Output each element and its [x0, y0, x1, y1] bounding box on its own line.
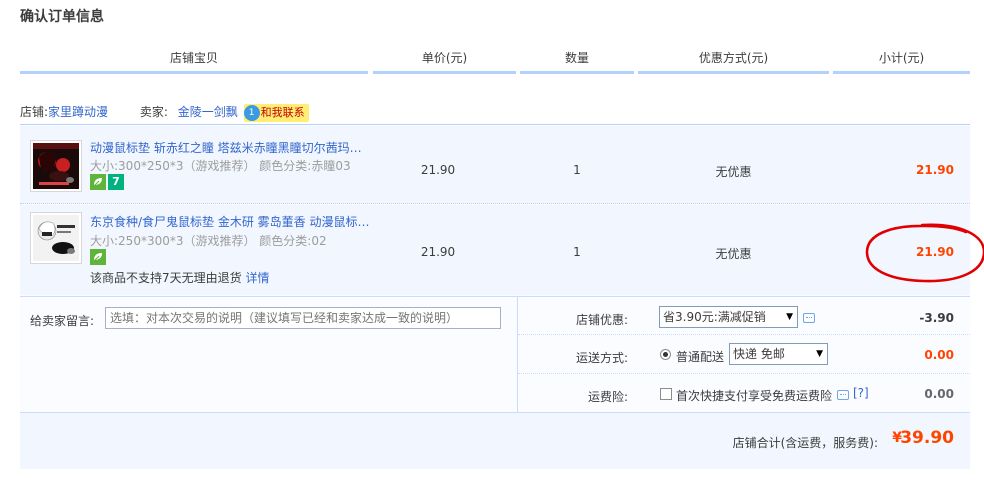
shop-label: 店铺:	[20, 105, 49, 119]
item-thumbnail[interactable]	[30, 212, 82, 264]
item-title-link[interactable]: 动漫鼠标垫 斩赤红之瞳 塔兹米赤瞳黑瞳切尔茜玛…	[90, 139, 362, 156]
item-subtotal: 21.90	[916, 163, 954, 177]
item-thumbnail-image	[33, 215, 79, 261]
green-leaf-icon[interactable]	[90, 174, 106, 190]
column-header-quantity: 数量	[520, 44, 634, 74]
seven-day-icon[interactable]: 7	[108, 174, 124, 190]
shop-discount-select[interactable]: 省3.90元:满减促销 ▼	[659, 306, 798, 328]
order-item: 动漫鼠标垫 斩赤红之瞳 塔兹米赤瞳黑瞳切尔茜玛… 大小:300*250*3（游戏…	[20, 126, 970, 204]
shipping-row: 运送方式: 普通配送 快递 免邮 ▼ 0.00	[518, 336, 970, 374]
shop-discount-row: 店铺优惠: 省3.90元:满减促销 ▼ -3.90	[518, 297, 970, 335]
column-header-subtotal: 小计(元)	[833, 44, 970, 74]
item-quantity: 1	[573, 245, 581, 259]
green-leaf-icon[interactable]	[90, 249, 106, 265]
column-header-discount: 优惠方式(元)	[638, 44, 829, 74]
shipping-option-label: 普通配送	[676, 350, 725, 364]
column-header-item: 店铺宝贝	[20, 44, 368, 74]
shop-total-value: 39.90	[900, 428, 954, 448]
item-badges: 7	[90, 174, 126, 190]
shipping-method-selected: 快递 免邮	[733, 347, 785, 361]
shipping-label: 运送方式:	[575, 351, 628, 365]
chat-bubble-icon: 1	[243, 104, 260, 121]
shipping-insurance-row: 运费险: 首次快捷支付享受免费运费险 [?] 0.00	[518, 375, 970, 413]
order-options-panel: 给卖家留言: 店铺优惠: 省3.90元:满减促销 ▼ -3.90 运送方式: 普…	[20, 296, 970, 413]
seller-label: 卖家:	[139, 105, 168, 119]
contact-seller-label: 和我联系	[260, 105, 305, 119]
item-price: 21.90	[420, 163, 456, 177]
shop-name-link[interactable]: 家里蹲动漫	[48, 105, 108, 119]
shop-info-row: 店铺:家里蹲动漫 卖家: 金陵一剑飘 1 和我联系	[20, 102, 309, 122]
contact-seller-button[interactable]: 1 和我联系	[243, 103, 309, 122]
item-thumbnail[interactable]	[30, 140, 82, 192]
item-sku: 大小:300*250*3（游戏推荐） 颜色分类:赤瞳03	[90, 159, 351, 173]
seller-message-label: 给卖家留言:	[30, 314, 95, 328]
page-title: 确认订单信息	[20, 9, 104, 25]
shop-total-label: 店铺合计(含运费，服务费):	[732, 436, 878, 450]
item-badges	[90, 249, 108, 265]
shipping-insurance-label: 运费险:	[587, 390, 628, 404]
shop-discount-value: -3.90	[919, 311, 954, 325]
shop-discount-selected: 省3.90元:满减促销	[663, 310, 766, 324]
item-title-link[interactable]: 东京食种/食尸鬼鼠标垫 金木研 雾岛董香 动漫鼠标…	[90, 213, 370, 230]
shipping-radio[interactable]	[660, 349, 671, 360]
shop-discount-label: 店铺优惠:	[575, 313, 628, 327]
seller-message-section: 给卖家留言:	[20, 297, 518, 412]
item-price: 21.90	[420, 245, 456, 259]
shipping-insurance-option: 首次快捷支付享受免费运费险	[676, 389, 833, 403]
column-header-price: 单价(元)	[373, 44, 516, 74]
return-policy-notice: 该商品不支持7天无理由退货 详情	[90, 269, 269, 286]
comment-icon[interactable]	[837, 390, 849, 400]
seller-message-input[interactable]	[105, 307, 501, 329]
item-subtotal: 21.90	[916, 245, 954, 259]
item-discount: 无优惠	[715, 247, 752, 261]
chevron-down-icon: ▼	[786, 312, 793, 322]
chevron-down-icon: ▼	[816, 349, 823, 359]
order-table-header: 店铺宝贝 单价(元) 数量 优惠方式(元) 小计(元)	[20, 44, 970, 74]
shipping-insurance-value: 0.00	[924, 387, 954, 401]
shipping-value: 0.00	[924, 348, 954, 362]
return-policy-details-link[interactable]: 详情	[245, 271, 269, 285]
order-box: 动漫鼠标垫 斩赤红之瞳 塔兹米赤瞳黑瞳切尔茜玛… 大小:300*250*3（游戏…	[20, 124, 970, 469]
item-discount: 无优惠	[715, 165, 752, 179]
seller-name-link[interactable]: 金陵一剑飘	[178, 105, 238, 119]
shop-total-bar: 店铺合计(含运费，服务费): ¥ 39.90	[20, 412, 970, 469]
comment-icon[interactable]	[803, 313, 815, 323]
order-item: 东京食种/食尸鬼鼠标垫 金木研 雾岛董香 动漫鼠标… 大小:250*300*3（…	[20, 205, 970, 295]
item-thumbnail-image	[33, 143, 79, 189]
shipping-insurance-checkbox[interactable]	[660, 388, 672, 400]
shipping-method-select[interactable]: 快递 免邮 ▼	[729, 343, 828, 365]
item-sku: 大小:250*300*3（游戏推荐） 颜色分类:02	[90, 234, 327, 248]
return-policy-text: 该商品不支持7天无理由退货	[90, 271, 242, 285]
help-link[interactable]: [?]	[853, 386, 869, 400]
item-quantity: 1	[573, 163, 581, 177]
